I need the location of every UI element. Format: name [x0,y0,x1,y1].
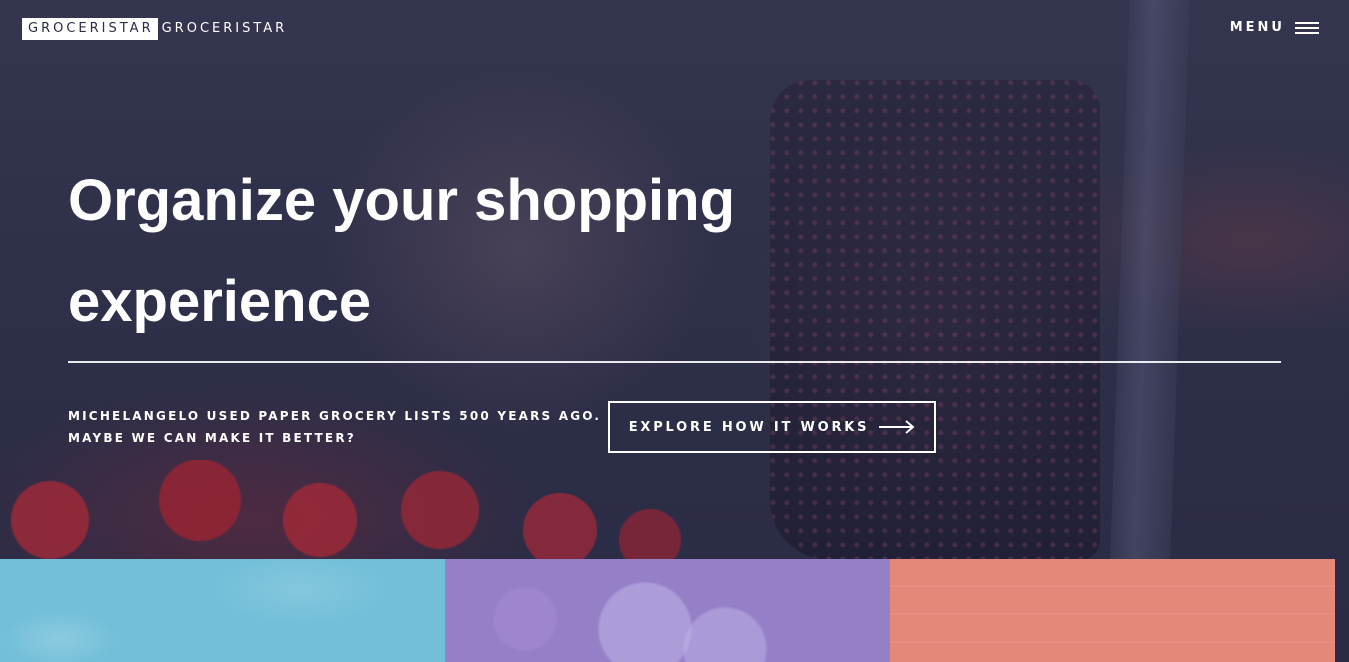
background-photo-tomatoes [0,460,700,560]
tagline-line-2: MAYBE WE CAN MAKE IT BETTER? [68,431,356,445]
logo[interactable]: GROCERISTAR GROCERISTAR [22,18,287,40]
explore-how-it-works-button[interactable]: EXPLORE HOW IT WORKS [608,401,936,453]
feature-tile-blue[interactable] [0,559,445,662]
cta-label: EXPLORE HOW IT WORKS [628,419,870,435]
logo-text: GROCERISTAR [161,21,288,36]
feature-tiles [0,559,1349,662]
menu-label: MENU [1229,20,1285,35]
hero-tagline: MICHELANGELO USED PAPER GROCERY LISTS 50… [68,405,601,449]
logo-box: GROCERISTAR [22,18,158,40]
feature-tile-coral[interactable] [890,559,1335,662]
hero-headline: Organize your shopping experience [68,168,736,334]
background-photo-pole [1110,0,1190,560]
hero-section: GROCERISTAR GROCERISTAR MENU Organize yo… [0,0,1349,662]
arrow-right-icon [879,420,915,434]
menu-button[interactable]: MENU [1230,18,1319,38]
hero-divider [68,361,1281,363]
hamburger-icon [1295,22,1319,34]
feature-tile-purple[interactable] [445,559,890,662]
tagline-line-1: MICHELANGELO USED PAPER GROCERY LISTS 50… [68,409,602,423]
